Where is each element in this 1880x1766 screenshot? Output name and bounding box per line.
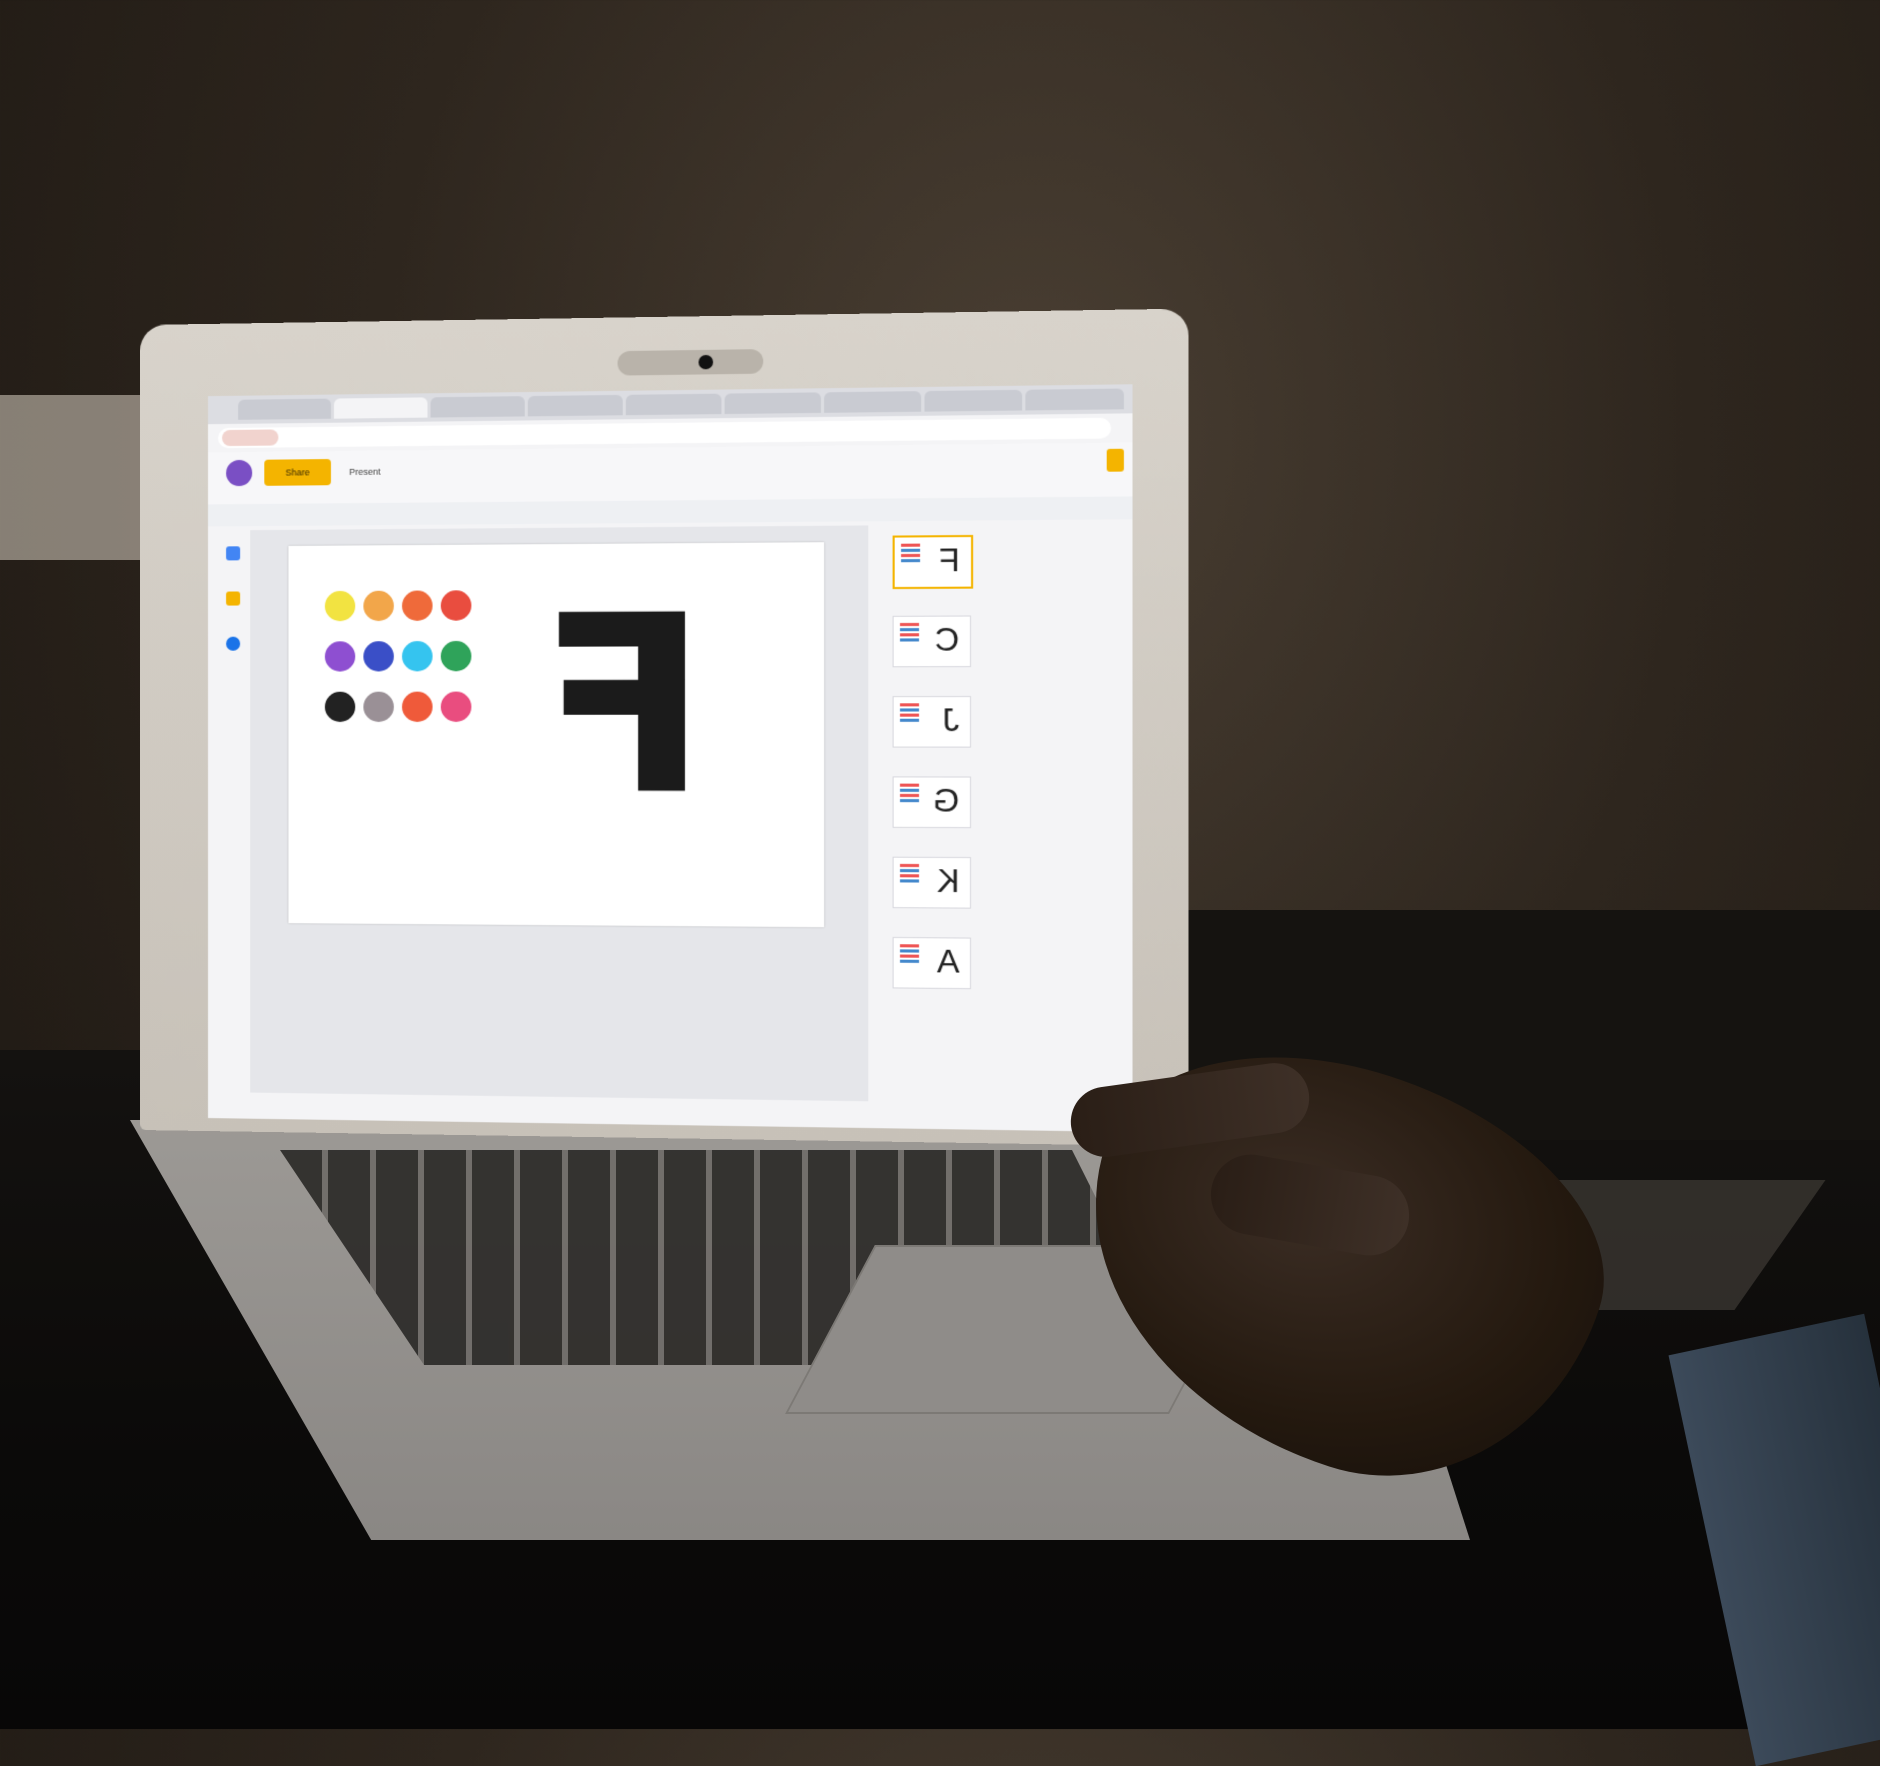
color-dot[interactable] [363,641,394,672]
thumbnail-dots [899,863,920,883]
slide-filmstrip: F C J G K A [871,523,1133,1106]
color-dot[interactable] [363,590,394,622]
share-button[interactable]: Share [264,459,331,486]
browser-tab[interactable] [924,389,1023,412]
slide-canvas[interactable]: F [288,542,825,928]
slide-thumbnail[interactable]: A [892,936,972,990]
thumbnail-letter: A [936,942,960,980]
webcam-housing [617,349,764,376]
slide-thumbnail[interactable]: K [892,856,972,909]
slide-thumbnail[interactable]: F [892,534,974,590]
thumbnail-letter: C [934,620,960,658]
present-button[interactable]: Present [349,462,410,481]
browser-tab[interactable] [527,394,623,417]
app-header [208,442,1133,505]
browser-tab[interactable] [1025,388,1124,411]
calendar-icon[interactable] [226,546,241,561]
slide-thumbnail[interactable]: J [892,696,972,748]
color-dot[interactable] [402,590,433,621]
color-dot[interactable] [402,691,433,722]
color-dot[interactable] [440,691,472,722]
color-dot[interactable] [440,590,472,621]
thumbnail-letter: G [932,781,960,819]
thumbnail-letter: J [942,701,960,739]
thumbnail-letter: K [936,862,960,900]
keep-icon[interactable] [226,591,241,606]
thumbnail-dots [899,944,920,963]
thumbnail-dots [899,622,920,642]
color-dot[interactable] [324,691,356,722]
browser-tab[interactable] [430,396,525,418]
avatar[interactable] [226,459,253,487]
thumbnail-letter: F [939,541,961,579]
browser-tab[interactable] [333,397,428,419]
color-dot[interactable] [440,640,472,672]
browser-tab[interactable] [625,393,722,416]
slide-letter[interactable]: F [538,563,708,849]
laptop-lid: Share Present F F C J G K A [140,308,1189,1147]
resume-pill[interactable] [222,429,279,447]
browser-tab[interactable] [724,392,821,415]
browser-tab[interactable] [824,391,922,413]
thumbnail-dots [899,703,920,722]
slide-thumbnail[interactable]: C [892,615,972,668]
browser-tab[interactable] [238,398,331,420]
color-dot[interactable] [324,641,356,672]
tasks-icon[interactable] [226,636,241,651]
slide-thumbnail[interactable]: G [892,776,972,829]
color-dot[interactable] [363,691,394,722]
slides-logo-icon [1106,448,1124,472]
wall-shelf [0,395,140,560]
color-dot[interactable] [402,641,433,672]
color-dot[interactable] [324,590,356,622]
laptop-screen: Share Present F F C J G K A [208,384,1133,1133]
thumbnail-dots [901,543,921,563]
thumbnail-dots [899,783,920,803]
